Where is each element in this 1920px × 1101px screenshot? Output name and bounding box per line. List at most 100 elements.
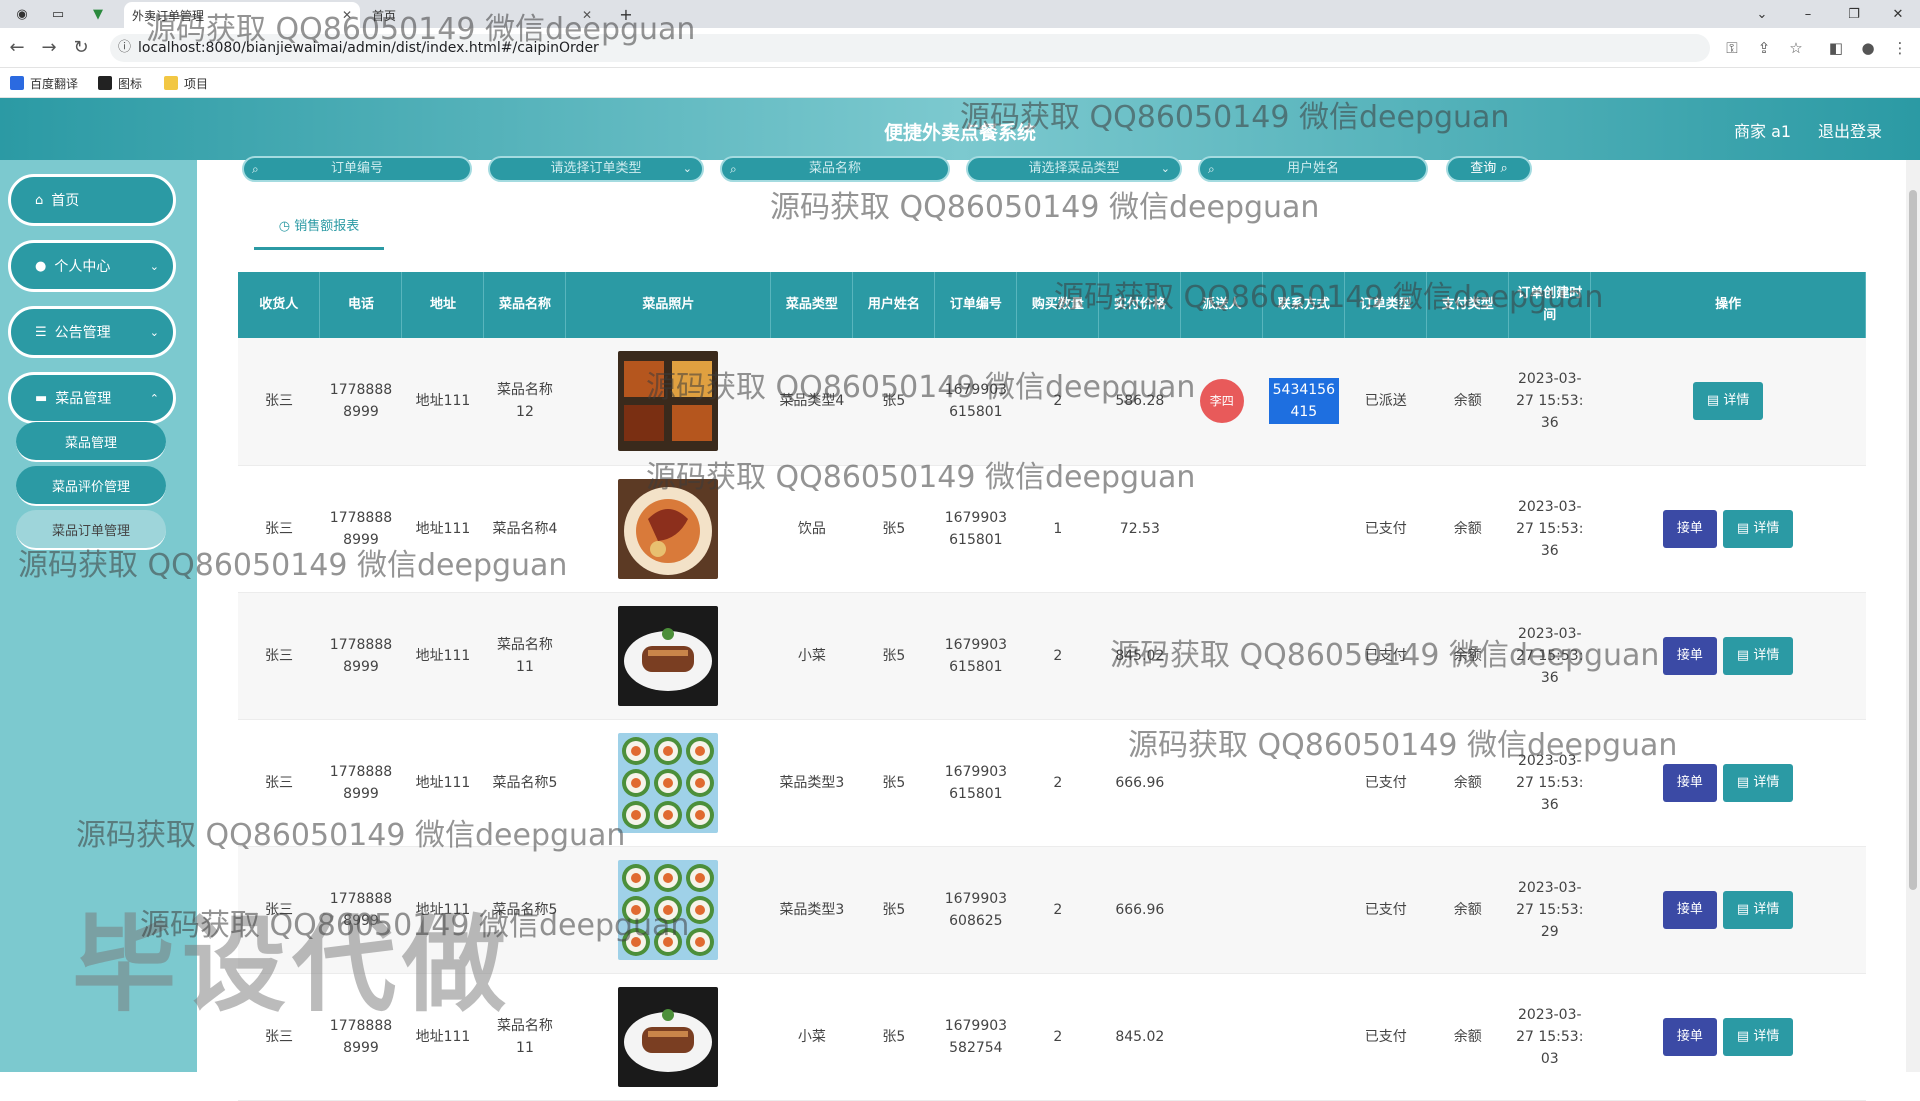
dish-type-cell: 菜品类型4 xyxy=(770,338,853,466)
reload-icon[interactable]: ↻ xyxy=(70,37,92,59)
sidebar-item-profile[interactable]: ● 个人中心 ⌄ xyxy=(8,240,176,292)
forward-icon[interactable]: → xyxy=(38,37,60,59)
close-icon[interactable]: ✕ xyxy=(342,8,352,22)
scrollbar-thumb[interactable] xyxy=(1909,190,1917,890)
profile-icon[interactable]: ● xyxy=(1858,38,1878,58)
placeholder: 请选择菜品类型 xyxy=(1028,161,1120,176)
created-time-cell-text: 2023-03-27 15:53:36 xyxy=(1516,752,1584,813)
order-no-cell-text: 1679903582754 xyxy=(944,1017,1008,1056)
search-icon: ⌕ xyxy=(730,162,737,176)
restore-icon[interactable]: ❐ xyxy=(1832,0,1876,28)
close-window-icon[interactable]: ✕ xyxy=(1876,0,1920,28)
contact-cell-text: 5434156415 xyxy=(1268,378,1339,425)
user-name-input[interactable]: ⌕ 用户姓名 xyxy=(1198,156,1428,182)
price-cell-text: 586.28 xyxy=(1115,393,1165,410)
more-icon[interactable]: ⋮ xyxy=(1890,38,1910,58)
accept-button[interactable]: 接单 xyxy=(1662,1017,1717,1056)
table-row: 张三 17788888999 地址111 菜品名称5 菜品类型3 张5 1679903615… xyxy=(238,719,1866,847)
accept-button[interactable]: 接单 xyxy=(1662,509,1717,548)
created-time-cell: 2023-03-27 15:53:36 xyxy=(1508,338,1591,466)
chevron-down-icon: ⌄ xyxy=(149,325,159,339)
chevron-up-icon: ⌃ xyxy=(149,391,159,405)
contact-cell xyxy=(1262,719,1345,847)
accept-button[interactable]: 接单 xyxy=(1662,890,1717,929)
sidebar-item-dish[interactable]: ▬ 菜品管理 ⌃ xyxy=(8,372,176,424)
sidepanel-icon[interactable]: ◧ xyxy=(1826,38,1846,58)
tab-home[interactable]: 首页 ✕ xyxy=(364,2,600,28)
big-watermark: 毕设代做 xyxy=(72,904,513,1026)
sidebar-subitem-orders[interactable]: 菜品订单管理 xyxy=(16,510,166,550)
tab-list-icon[interactable]: ⌄ xyxy=(1740,0,1784,28)
search-icon: ⌕ xyxy=(252,162,259,176)
column-header: 实付价格 xyxy=(1098,272,1182,338)
detail-button[interactable]: ▤ 详情 xyxy=(1722,509,1794,548)
phone-cell-text: 17788888999 xyxy=(329,382,393,421)
query-button[interactable]: 查询 ⌕ xyxy=(1446,156,1532,182)
url-field[interactable]: ⓘ localhost:8080/bianjiewaimai/admin/dis… xyxy=(110,34,1710,62)
key-icon[interactable]: ⚿ xyxy=(1722,38,1742,58)
quantity-cell: 2 xyxy=(1016,973,1099,1101)
chevron-down-icon: ⌄ xyxy=(1160,162,1170,175)
receiver-cell-text: 张三 xyxy=(264,520,293,537)
contact-cell xyxy=(1262,973,1345,1101)
order-type-cell-text: 已支付 xyxy=(1364,774,1407,791)
logout-link[interactable]: 退出登录 xyxy=(1818,118,1882,142)
phone-cell-text: 17788888999 xyxy=(329,509,393,548)
user-icon: ● xyxy=(35,258,47,274)
dish-photo xyxy=(618,351,719,452)
new-tab-button[interactable]: + xyxy=(604,0,648,28)
accept-button[interactable]: 接单 xyxy=(1662,763,1717,802)
bookmark-icons[interactable]: 图标 xyxy=(98,75,142,91)
dish-name-input[interactable]: ⌕ 菜品名称 xyxy=(720,156,950,182)
dish-photo-cell xyxy=(565,465,771,593)
courier-cell xyxy=(1180,592,1263,720)
courier-cell xyxy=(1180,973,1263,1101)
order-type-cell-text: 已支付 xyxy=(1364,901,1407,918)
detail-button[interactable]: ▤ 详情 xyxy=(1722,636,1794,675)
column-header: 联系方式 xyxy=(1262,272,1346,338)
star-icon[interactable]: ☆ xyxy=(1786,38,1806,58)
minimize-icon[interactable]: – xyxy=(1786,0,1830,28)
close-icon[interactable]: ✕ xyxy=(582,8,592,22)
tab-search-icon[interactable]: ▭ xyxy=(40,0,76,28)
price-cell: 666.96 xyxy=(1098,719,1181,847)
detail-button[interactable]: ▤ 详情 xyxy=(1692,382,1764,421)
tab-orders[interactable]: 外卖订单管理 ✕ xyxy=(124,2,360,28)
order-type-cell-text: 已支付 xyxy=(1364,520,1407,537)
column-header: 操作 xyxy=(1590,272,1866,338)
sales-report-tab[interactable]: ◷ 销售额报表 xyxy=(254,212,384,250)
sidebar-item-label: 个人中心 xyxy=(54,259,111,275)
sidebar-subitem-review[interactable]: 菜品评价管理 xyxy=(16,466,166,506)
order-no-input[interactable]: ⌕ 订单编号 xyxy=(242,156,472,182)
browser-menu-icon[interactable]: ◉ xyxy=(4,0,40,28)
bookmark-translate[interactable]: 百度翻译 xyxy=(10,75,78,91)
vue-icon: ▼ xyxy=(93,6,103,22)
accept-button[interactable]: 接单 xyxy=(1662,636,1717,675)
contact-cell: 5434156415 xyxy=(1262,338,1345,466)
sidebar-item-notice[interactable]: ☰ 公告管理 ⌄ xyxy=(8,306,176,358)
pay-type-cell-text: 余额 xyxy=(1453,393,1482,410)
dish-photo xyxy=(618,478,719,579)
dish-photo xyxy=(618,605,719,706)
dish-type-select[interactable]: 请选择菜品类型 ⌄ xyxy=(966,156,1182,182)
app-header: 便捷外卖点餐系统 商家 a1 退出登录 xyxy=(0,98,1920,160)
address-cell-text: 地址111 xyxy=(415,393,471,410)
column-header: 订单类型 xyxy=(1344,272,1428,338)
column-header: 支付类型 xyxy=(1426,272,1510,338)
actions-cell: 接单 ▤ 详情 xyxy=(1590,719,1866,847)
created-time-cell: 2023-03-27 15:53:03 xyxy=(1508,973,1591,1101)
scrollbar[interactable] xyxy=(1906,160,1920,1072)
actions-cell: ▤ 详情 xyxy=(1590,338,1866,466)
sidebar-subitem-dish[interactable]: 菜品管理 xyxy=(16,422,166,462)
info-icon[interactable]: ⓘ xyxy=(118,34,131,62)
detail-button[interactable]: ▤ 详情 xyxy=(1722,1017,1794,1056)
order-type-select[interactable]: 请选择订单类型 ⌄ xyxy=(488,156,704,182)
detail-button[interactable]: ▤ 详情 xyxy=(1722,890,1794,929)
share-icon[interactable]: ⇪ xyxy=(1754,38,1774,58)
back-icon[interactable]: ← xyxy=(6,37,28,59)
detail-button[interactable]: ▤ 详情 xyxy=(1722,763,1794,802)
sidebar-item-home[interactable]: ⌂ 首页 xyxy=(8,174,176,226)
bookmark-project[interactable]: 项目 xyxy=(164,75,208,91)
quantity-cell-text: 2 xyxy=(1053,393,1063,410)
monitor-icon: ▬ xyxy=(35,390,48,406)
